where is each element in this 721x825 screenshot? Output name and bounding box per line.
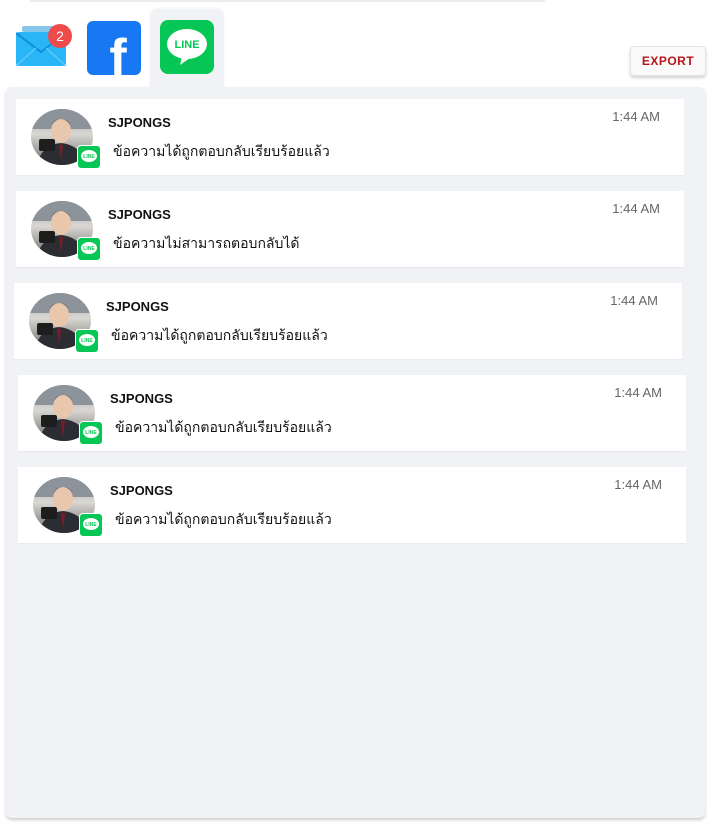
sender-name: SJPONGS	[108, 207, 171, 222]
sender-name: SJPONGS	[110, 483, 173, 498]
svg-text:LINE: LINE	[85, 522, 97, 528]
line-icon: LINE	[160, 20, 214, 74]
line-channel-icon: LINE	[77, 145, 101, 169]
line-logo-text: LINE	[174, 39, 199, 51]
svg-text:LINE: LINE	[85, 430, 97, 436]
tab-line[interactable]: LINE	[150, 9, 224, 88]
message-text: ข้อความได้ถูกตอบกลับเรียบร้อยแล้ว	[113, 144, 330, 160]
message-time: 1:44 AM	[610, 293, 658, 308]
unread-badge: 2	[48, 24, 72, 48]
message-list-panel: LINE SJPONGS ข้อความได้ถูกตอบกลับเรียบร้…	[6, 87, 705, 818]
message-text: ข้อความได้ถูกตอบกลับเรียบร้อยแล้ว	[111, 328, 328, 344]
export-button[interactable]: EXPORT	[630, 46, 706, 76]
message-time: 1:44 AM	[614, 477, 662, 492]
line-channel-icon: LINE	[75, 329, 99, 353]
svg-text:LINE: LINE	[81, 338, 93, 344]
line-channel-icon: LINE	[79, 421, 103, 445]
message-card[interactable]: LINE SJPONGS ข้อความได้ถูกตอบกลับเรียบร้…	[16, 99, 684, 175]
facebook-icon: f	[87, 21, 141, 87]
channel-tabs: 2 f LINE	[10, 9, 250, 88]
top-divider	[30, 0, 545, 2]
message-time: 1:44 AM	[612, 109, 660, 124]
svg-text:LINE: LINE	[83, 246, 95, 252]
tab-email[interactable]: 2	[10, 12, 82, 88]
message-card[interactable]: LINE SJPONGS ข้อความไม่สามารถตอบกลับได้ …	[16, 191, 684, 267]
svg-text:LINE: LINE	[83, 154, 95, 160]
facebook-glyph: f	[109, 29, 127, 75]
sender-name: SJPONGS	[106, 299, 169, 314]
message-text: ข้อความได้ถูกตอบกลับเรียบร้อยแล้ว	[115, 420, 332, 436]
message-card[interactable]: LINE SJPONGS ข้อความได้ถูกตอบกลับเรียบร้…	[18, 375, 686, 451]
message-text: ข้อความได้ถูกตอบกลับเรียบร้อยแล้ว	[115, 512, 332, 528]
message-card[interactable]: LINE SJPONGS ข้อความได้ถูกตอบกลับเรียบร้…	[18, 467, 686, 543]
line-channel-icon: LINE	[77, 237, 101, 261]
message-time: 1:44 AM	[614, 385, 662, 400]
sender-name: SJPONGS	[108, 115, 171, 130]
message-time: 1:44 AM	[612, 201, 660, 216]
sender-name: SJPONGS	[110, 391, 173, 406]
tab-facebook[interactable]: f	[80, 12, 152, 88]
message-card[interactable]: LINE SJPONGS ข้อความได้ถูกตอบกลับเรียบร้…	[14, 283, 682, 359]
line-channel-icon: LINE	[79, 513, 103, 537]
message-text: ข้อความไม่สามารถตอบกลับได้	[113, 236, 300, 252]
